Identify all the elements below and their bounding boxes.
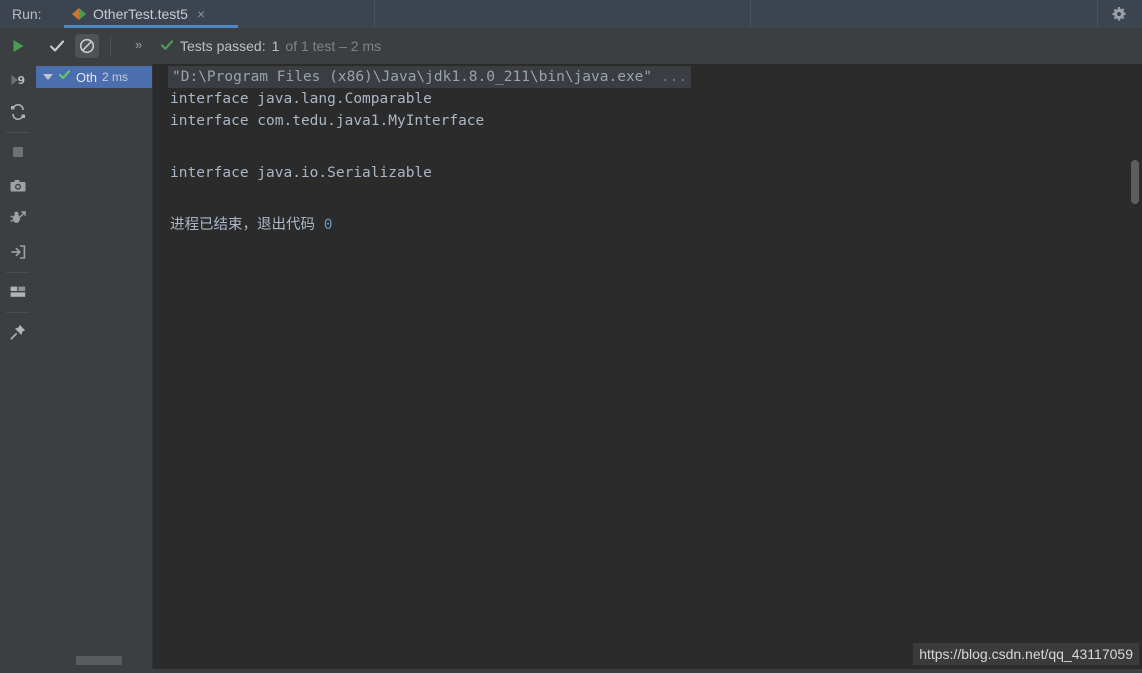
pin-icon[interactable] (6, 320, 30, 344)
run-window-label: Run: (12, 6, 42, 22)
sidebar-separator-2 (6, 272, 30, 273)
ignored-tests-icon[interactable] (75, 34, 99, 58)
status-count: 1 (271, 38, 280, 54)
console-line-4: interface java.io.Serializable (170, 165, 432, 181)
exit-text: 进程已结束，退出代码 (170, 217, 324, 233)
double-chevron-right-icon[interactable]: » (135, 37, 142, 52)
command-ellipsis: ... (652, 69, 688, 85)
gear-icon[interactable] (1111, 6, 1127, 22)
titlebar-divider-1 (374, 0, 375, 28)
triangle-down-icon[interactable] (43, 74, 53, 80)
stop-square-icon[interactable] (6, 140, 30, 164)
window-bottom-edge (0, 669, 1142, 673)
junit-run-config-icon (72, 7, 86, 21)
toolbar-separator (110, 36, 111, 56)
titlebar-divider-3 (1097, 0, 1098, 28)
sidebar-separator-1 (6, 132, 30, 133)
console-output[interactable]: "D:\Program Files (x86)\Java\jdk1.8.0_21… (153, 64, 1142, 673)
test-tree-label: Oth (76, 69, 97, 85)
green-check-icon (160, 38, 174, 55)
console-line-2: interface com.tedu.java1.MyInterface (170, 113, 485, 129)
test-tree-panel: Oth 2 ms (36, 64, 152, 673)
test-runner-toolbar: » Tests passed: 1 of 1 test – 2 ms (0, 28, 1142, 64)
test-tree-duration: 2 ms (101, 70, 128, 84)
watermark-text: https://blog.csdn.net/qq_43117059 (913, 643, 1139, 665)
console-line-1: interface java.lang.Comparable (170, 91, 432, 107)
tree-hscrollbar[interactable] (76, 656, 122, 665)
import-arrow-icon[interactable] (6, 240, 30, 264)
status-detail: of 1 test – 2 ms (285, 38, 382, 54)
tab-label: OtherTest.test5 (93, 6, 188, 22)
rerun-failed-icon[interactable]: 9 (6, 68, 30, 92)
sidebar-separator-3 (6, 312, 30, 313)
green-check-icon (58, 68, 71, 86)
test-status-bar: Tests passed: 1 of 1 test – 2 ms (160, 36, 381, 56)
run-tool-window: Run: OtherTest.test5 × » Tests passed: 1… (0, 0, 1142, 673)
command-text: "D:\Program Files (x86)\Java\jdk1.8.0_21… (172, 69, 653, 85)
run-window-titlebar: Run: OtherTest.test5 × (0, 0, 1142, 28)
test-tree-row-selected[interactable]: Oth 2 ms (36, 66, 152, 88)
green-play-icon[interactable] (6, 34, 30, 58)
status-label: Tests passed: (180, 38, 266, 54)
console-vscrollbar[interactable] (1131, 160, 1139, 204)
layout-icon[interactable] (6, 280, 30, 304)
svg-text:9: 9 (18, 74, 26, 87)
cyclic-rerun-icon[interactable] (6, 100, 30, 124)
console-command-line: "D:\Program Files (x86)\Java\jdk1.8.0_21… (168, 66, 692, 88)
check-icon[interactable] (47, 36, 67, 56)
close-icon[interactable]: × (197, 7, 205, 21)
exit-code: 0 (323, 217, 333, 233)
camera-icon[interactable] (6, 174, 30, 198)
run-actions-sidebar: 9 (0, 28, 36, 673)
console-exit-line: 进程已结束，退出代码 0 (170, 214, 332, 236)
titlebar-divider-2 (750, 0, 751, 28)
bug-arrow-icon[interactable] (6, 206, 30, 230)
tab-othertest-test5[interactable]: OtherTest.test5 × (64, 0, 238, 28)
